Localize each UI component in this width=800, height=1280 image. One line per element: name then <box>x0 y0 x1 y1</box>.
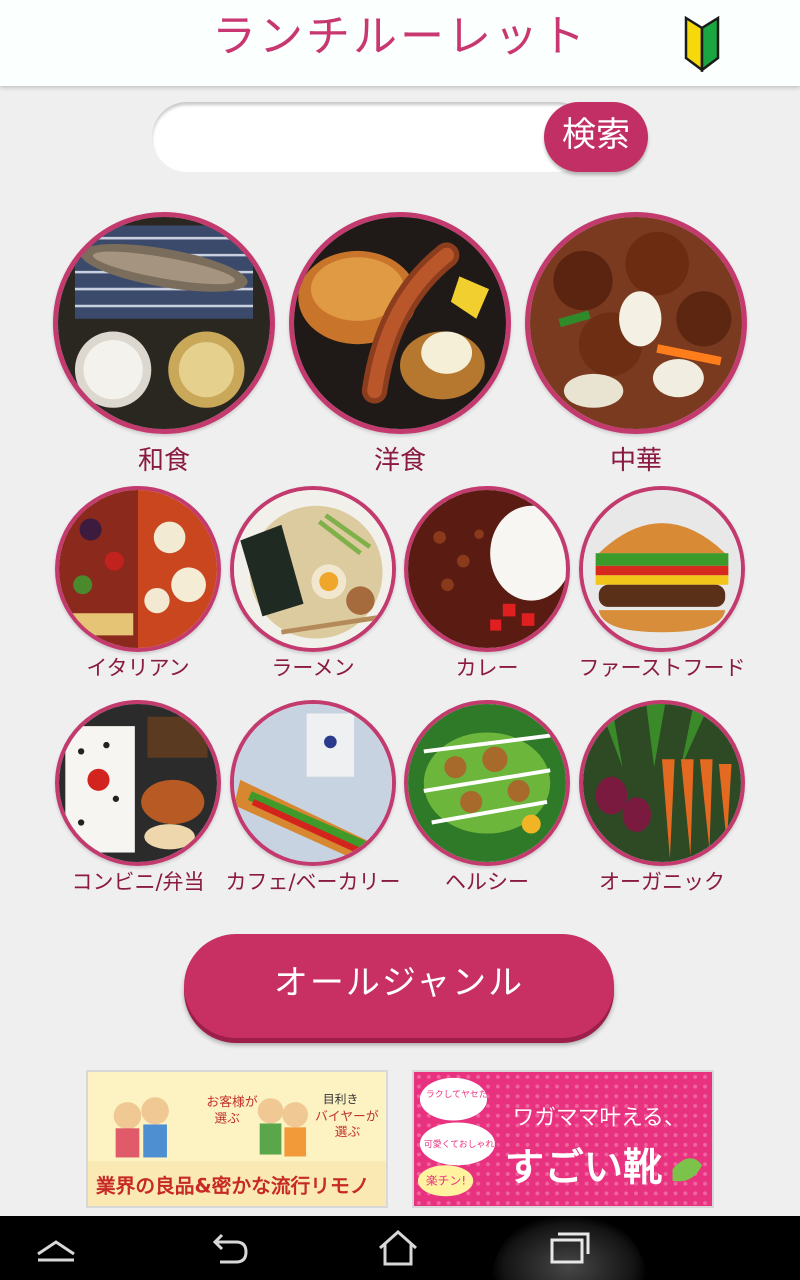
recent-apps-icon[interactable] <box>518 1216 618 1280</box>
ad2-badge1: ラクしてヤセたい <box>426 1089 497 1100</box>
search-button[interactable]: 検索 <box>544 102 648 172</box>
organic-photo <box>579 700 745 866</box>
ad1-text-line2: 選ぶ <box>214 1111 240 1126</box>
ad2-badge3: 楽チン! <box>426 1174 466 1188</box>
ad2-headline: ワガママ叶える、 <box>513 1106 686 1131</box>
ad2-badge2: 可愛くておしゃれ♪ <box>424 1138 500 1150</box>
search-input[interactable] <box>152 102 592 172</box>
home-icon[interactable] <box>348 1216 448 1280</box>
genre-yoshoku[interactable]: 洋食 <box>289 212 511 476</box>
washoku-photo <box>53 212 275 434</box>
ad-banner-1[interactable]: お客様が 選ぶ 目利き バイヤーが 選ぶ 業界の良品&密かな流行リモノ <box>86 1070 388 1208</box>
genre-bento[interactable]: コンビニ/弁当 <box>55 700 221 894</box>
genre-washoku[interactable]: 和食 <box>53 212 275 476</box>
genre-cafe[interactable]: カフェ/ベーカリー <box>225 700 401 894</box>
genre-ramen[interactable]: ラーメン <box>230 486 396 680</box>
fastfood-photo <box>579 486 745 652</box>
back-icon[interactable] <box>180 1216 280 1280</box>
ramen-photo <box>230 486 396 652</box>
chuka-photo <box>525 212 747 434</box>
genre-chuka[interactable]: 中華 <box>525 212 747 476</box>
genre-label: オーガニック <box>599 870 725 894</box>
genre-curry[interactable]: カレー <box>404 486 570 680</box>
genre-organic[interactable]: オーガニック <box>579 700 745 894</box>
bento-photo <box>55 700 221 866</box>
curry-photo <box>404 486 570 652</box>
ad1-text-line1: お客様が <box>206 1094 258 1109</box>
italian-photo <box>55 486 221 652</box>
ad1-text-line3: 目利き <box>323 1092 359 1106</box>
app-title: ランチルーレット <box>212 11 588 62</box>
ad1-bottom-text: 業界の良品&密かな流行リモノ <box>95 1175 370 1198</box>
ad-banner-2[interactable]: ラクしてヤセたい 可愛くておしゃれ♪ 楽チン! ワガママ叶える、 すごい靴 <box>412 1070 714 1208</box>
ad1-text-line5: 選ぶ <box>335 1124 361 1139</box>
yoshoku-photo <box>289 212 511 434</box>
app-header: ランチルーレット <box>0 0 800 86</box>
cafe-photo <box>230 700 396 866</box>
genre-italian[interactable]: イタリアン <box>55 486 221 680</box>
genre-label: 中華 <box>609 446 662 476</box>
ad1-text-line4: バイヤーが <box>315 1109 379 1124</box>
ad2-big-text: すごい靴 <box>505 1146 663 1191</box>
menu-up-icon[interactable] <box>6 1216 106 1280</box>
genre-fastfood[interactable]: ファーストフード <box>579 486 745 680</box>
genre-healthy[interactable]: ヘルシー <box>404 700 570 894</box>
healthy-photo <box>404 700 570 866</box>
all-genre-button[interactable]: オールジャンル <box>184 934 614 1038</box>
system-nav-bar <box>0 1216 800 1280</box>
genre-label: ファーストフード <box>578 656 746 680</box>
wakaba-mark-icon[interactable] <box>683 14 721 73</box>
